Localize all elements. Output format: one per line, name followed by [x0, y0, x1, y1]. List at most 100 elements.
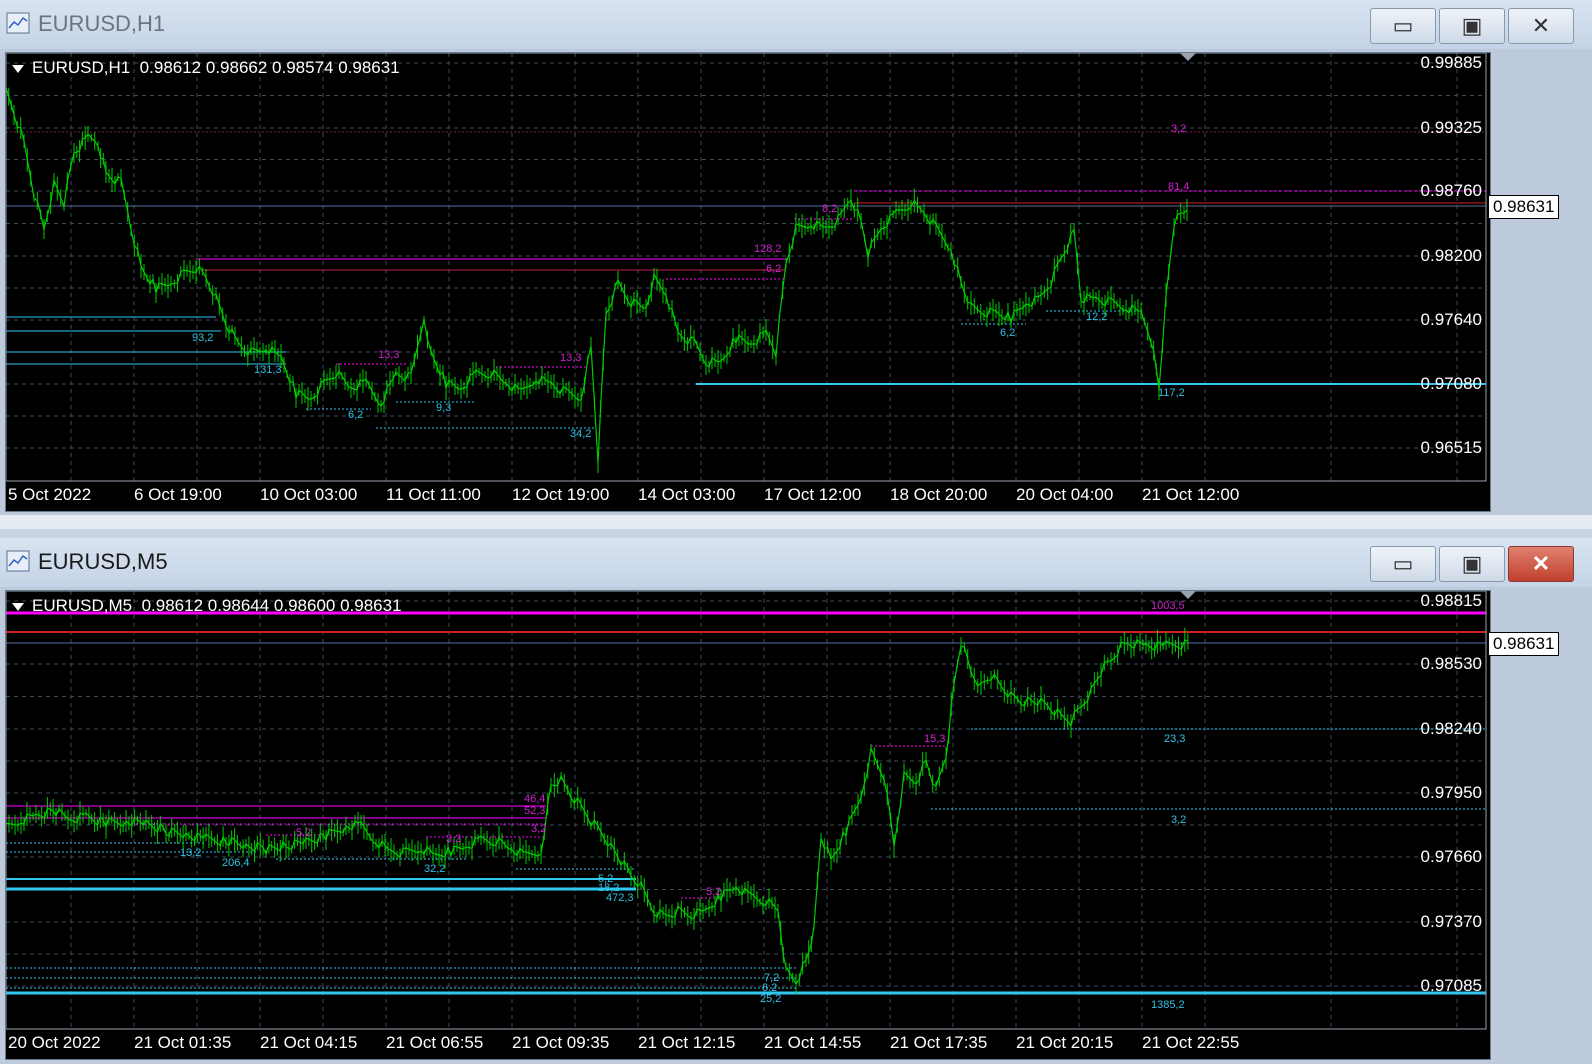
time-axis-label: 21 Oct 09:35 — [512, 1033, 610, 1052]
level-volume-label: 12,2 — [1086, 311, 1108, 323]
collapse-triangle-icon[interactable] — [12, 64, 24, 73]
level-volume-label: 13,3 — [378, 349, 400, 361]
time-axis-label: 14 Oct 03:00 — [638, 485, 736, 504]
maximize-icon: ▣ — [1461, 551, 1483, 576]
level-volume-label: 131,3 — [254, 364, 282, 376]
chart-window-m5: EURUSD,M5 ▭ ▣ ✕ EURUSD,M5 0.98612 0.9864… — [0, 538, 1592, 1064]
time-axis-label: 21 Oct 14:55 — [764, 1033, 862, 1052]
level-volume-label: 93,2 — [192, 332, 214, 344]
window-titlebar[interactable]: EURUSD,H1 ▭ ▣ ✕ — [0, 0, 1592, 49]
price-axis-label: 0.97660 — [1420, 847, 1482, 866]
level-volume-label: 52,3 — [524, 805, 546, 817]
level-volume-label: 81,4 — [1168, 181, 1190, 193]
symbol-ohlc: EURUSD,M5 0.98612 0.98644 0.98600 0.9863… — [32, 596, 402, 615]
level-volume-label: 3,2 — [531, 823, 547, 835]
price-axis-label: 0.99325 — [1420, 118, 1482, 137]
window-separator — [0, 515, 1592, 529]
price-line — [6, 87, 1188, 464]
time-axis-label: 12 Oct 19:00 — [512, 485, 610, 504]
minimize-button[interactable]: ▭ — [1370, 546, 1436, 582]
close-button[interactable]: ✕ — [1508, 8, 1574, 44]
time-axis-label: 20 Oct 04:00 — [1016, 485, 1114, 504]
window-title: EURUSD,M5 — [38, 549, 168, 574]
time-axis-label: 20 Oct 2022 — [8, 1033, 101, 1052]
level-volume-label: 9,3 — [436, 402, 452, 414]
chart-canvas[interactable] — [6, 591, 1490, 1059]
time-axis-label: 21 Oct 04:15 — [260, 1033, 358, 1052]
price-axis-label: 0.97080 — [1420, 374, 1482, 393]
level-volume-label: 8,2 — [822, 203, 838, 215]
level-volume-label: 34,2 — [570, 428, 592, 440]
price-axis-label: 0.98815 — [1420, 591, 1482, 610]
symbol-ohlc: EURUSD,H1 0.98612 0.98662 0.98574 0.9863… — [32, 58, 400, 77]
price-axis-label: 0.98200 — [1420, 246, 1482, 265]
price-chart[interactable]: EURUSD,H1 0.98612 0.98662 0.98574 0.9863… — [5, 52, 1560, 512]
level-volume-label: 46,4 — [524, 793, 546, 805]
level-volume-label: 128,2 — [754, 243, 782, 255]
price-axis-label: 0.97085 — [1420, 976, 1482, 995]
level-volume-label: 5,2 — [296, 827, 312, 839]
close-button[interactable]: ✕ — [1508, 546, 1574, 582]
time-axis-label: 10 Oct 03:00 — [260, 485, 358, 504]
time-axis-label: 21 Oct 06:55 — [386, 1033, 484, 1052]
time-axis-label: 11 Oct 11:00 — [386, 485, 481, 504]
price-axis-label: 0.99885 — [1420, 53, 1482, 72]
time-axis-label: 21 Oct 12:00 — [1142, 485, 1240, 504]
level-volume-label: 3,2 — [446, 833, 462, 845]
level-volume-label: 32,2 — [424, 863, 446, 875]
level-volume-label: 13,2 — [180, 847, 202, 859]
price-axis-label: 0.98530 — [1420, 654, 1482, 673]
symbol-header: EURUSD,M5 0.98612 0.98644 0.98600 0.9863… — [12, 596, 402, 616]
level-volume-label: 15,3 — [924, 733, 946, 745]
time-axis-label: 6 Oct 19:00 — [134, 485, 222, 504]
time-axis-label: 21 Oct 12:15 — [638, 1033, 736, 1052]
close-icon: ✕ — [1531, 551, 1551, 576]
maximize-button[interactable]: ▣ — [1439, 546, 1505, 582]
chart-window-icon — [6, 12, 30, 34]
level-volume-label: 3,2 — [1171, 123, 1187, 135]
level-volume-label: 6,2 — [766, 263, 782, 275]
shift-marker-icon[interactable] — [1180, 591, 1196, 599]
chart-window-h1: EURUSD,H1 ▭ ▣ ✕ EURUSD,H1 0.98612 0.9866… — [0, 0, 1592, 515]
price-axis-label: 0.98240 — [1420, 719, 1482, 738]
price-axis-label: 0.98760 — [1420, 181, 1482, 200]
collapse-triangle-icon[interactable] — [12, 602, 24, 611]
plot-border — [6, 53, 1487, 482]
chart-window-icon — [6, 550, 30, 572]
price-chart[interactable]: EURUSD,M5 0.98612 0.98644 0.98600 0.9863… — [5, 590, 1560, 1060]
level-volume-label: 23,3 — [1164, 733, 1186, 745]
close-icon: ✕ — [1531, 13, 1551, 38]
level-volume-label: 1003,5 — [1151, 600, 1185, 612]
maximize-icon: ▣ — [1461, 13, 1483, 38]
minimize-icon: ▭ — [1392, 551, 1414, 576]
level-volume-label: 1385,2 — [1151, 999, 1185, 1011]
price-axis-label: 0.97370 — [1420, 912, 1482, 931]
level-volume-label: 13,3 — [560, 352, 582, 364]
current-price-label: 0.98631 — [1488, 195, 1560, 219]
window-titlebar[interactable]: EURUSD,M5 ▭ ▣ ✕ — [0, 538, 1592, 587]
shift-marker-icon[interactable] — [1180, 53, 1196, 61]
level-volume-label: 6,2 — [348, 409, 364, 421]
window-title: EURUSD,H1 — [38, 11, 166, 36]
price-axis-label: 0.97950 — [1420, 783, 1482, 802]
level-volume-label: 206,4 — [222, 857, 250, 869]
level-volume-label: 472,3 — [606, 892, 634, 904]
time-axis-label: 17 Oct 12:00 — [764, 485, 862, 504]
time-axis-label: 5 Oct 2022 — [8, 485, 92, 504]
time-axis-label: 21 Oct 20:15 — [1016, 1033, 1114, 1052]
chart-canvas[interactable] — [6, 53, 1490, 511]
price-axis-label: 0.97640 — [1420, 310, 1482, 329]
time-axis-label: 21 Oct 01:35 — [134, 1033, 232, 1052]
symbol-header: EURUSD,H1 0.98612 0.98662 0.98574 0.9863… — [12, 58, 400, 78]
time-axis-label: 18 Oct 20:00 — [890, 485, 988, 504]
plot-border — [6, 591, 1487, 1030]
level-volume-label: 117,2 — [1158, 387, 1185, 399]
level-volume-label: 5,2 — [706, 886, 722, 898]
price-axis-label: 0.96515 — [1420, 438, 1482, 457]
minimize-button[interactable]: ▭ — [1370, 8, 1436, 44]
maximize-button[interactable]: ▣ — [1439, 8, 1505, 44]
level-volume-label: 6,2 — [1000, 327, 1016, 339]
time-axis-label: 21 Oct 17:35 — [890, 1033, 988, 1052]
level-volume-label: 3,2 — [1171, 814, 1187, 826]
minimize-icon: ▭ — [1392, 13, 1414, 38]
